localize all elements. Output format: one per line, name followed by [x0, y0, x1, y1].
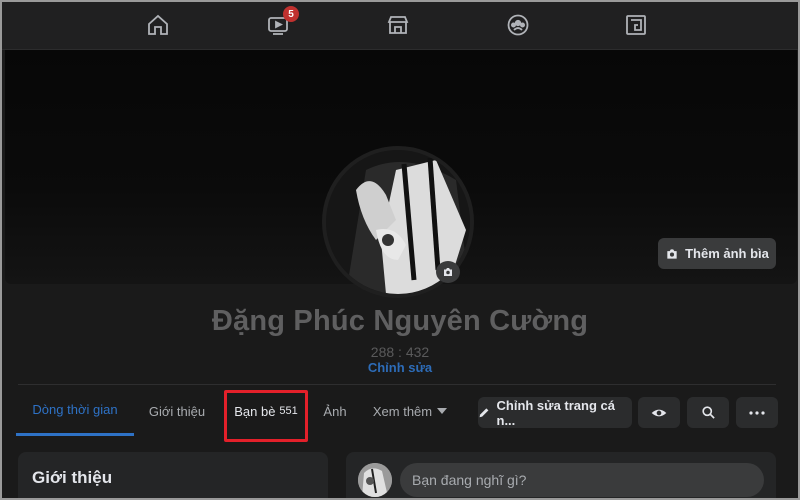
more-icon: [749, 410, 765, 415]
divider: [18, 384, 776, 385]
search-button[interactable]: [687, 397, 729, 428]
view-as-button[interactable]: [638, 397, 680, 428]
intro-title: Giới thiệu: [32, 468, 113, 487]
home-icon[interactable]: [145, 12, 171, 38]
tab-timeline[interactable]: Dòng thời gian: [16, 386, 134, 436]
pencil-icon: [479, 408, 489, 418]
profile-name: Đặng Phúc Nguyên Cường: [211, 305, 589, 337]
composer-placeholder: Bạn đang nghĩ gì?: [412, 472, 527, 488]
tab-more[interactable]: Xem thêm: [364, 386, 456, 436]
edit-profile-button[interactable]: Chỉnh sửa trang cá n...: [478, 397, 632, 428]
profile-stats: 288 : 432: [370, 344, 430, 360]
tab-photos[interactable]: Ảnh: [314, 386, 356, 436]
groups-icon[interactable]: [505, 12, 531, 38]
add-cover-photo-button[interactable]: Thêm ảnh bìa: [658, 238, 776, 269]
eye-icon: [651, 409, 667, 416]
marketplace-icon[interactable]: [385, 12, 411, 38]
friends-tab-highlight: [224, 390, 308, 442]
camera-icon: [667, 248, 677, 259]
watch-icon[interactable]: 5: [265, 6, 299, 38]
edit-bio-link[interactable]: Chỉnh sửa: [2, 360, 798, 375]
screenshot-frame: 5 Thêm ảnh bìa Đặng Phúc Nguyên Cường 28…: [0, 0, 800, 500]
intro-card: Giới thiệu: [18, 452, 328, 498]
more-options-button[interactable]: [736, 397, 778, 428]
tab-photos-label: Ảnh: [323, 403, 347, 419]
watch-badge: 5: [283, 6, 299, 22]
caret-down-icon: [437, 408, 448, 414]
tab-timeline-label: Dòng thời gian: [32, 402, 118, 417]
composer-avatar: [358, 463, 392, 497]
add-cover-label: Thêm ảnh bìa: [685, 246, 769, 261]
composer-input[interactable]: Bạn đang nghĩ gì?: [400, 463, 764, 497]
tab-about[interactable]: Giới thiệu: [138, 386, 216, 436]
camera-icon: [444, 268, 452, 276]
post-composer: Bạn đang nghĩ gì?: [346, 452, 776, 498]
top-navigation: 5: [2, 2, 798, 50]
update-avatar-button[interactable]: [436, 261, 460, 283]
search-icon: [701, 406, 715, 419]
edit-profile-label: Chỉnh sửa trang cá n...: [496, 397, 616, 428]
tab-about-label: Giới thiệu: [148, 403, 206, 419]
gaming-icon[interactable]: [623, 12, 649, 38]
user-photo: [358, 463, 392, 497]
tab-more-label: Xem thêm: [372, 403, 433, 419]
